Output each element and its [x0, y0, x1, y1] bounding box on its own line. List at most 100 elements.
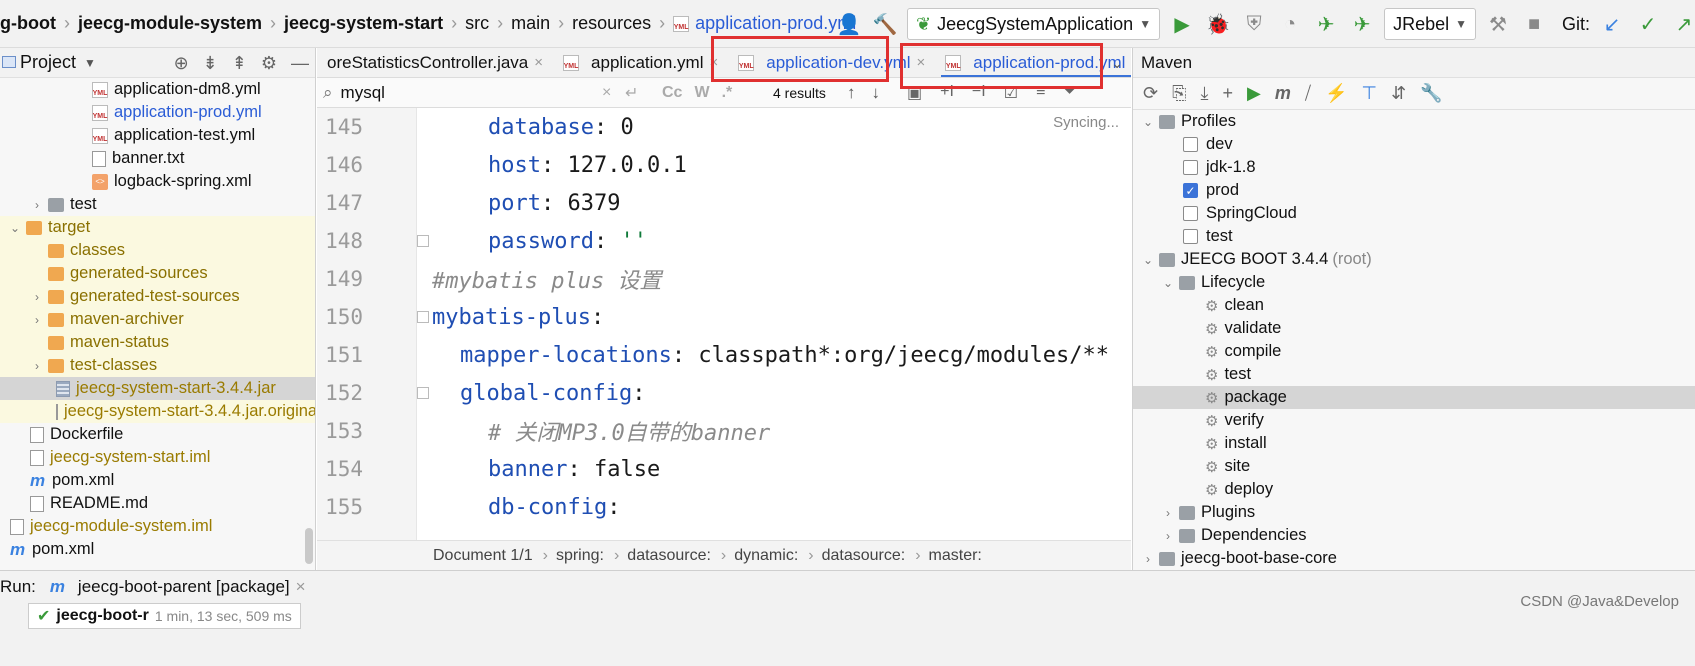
skip-tests-icon[interactable]: ⧸	[1305, 83, 1311, 104]
tree-item[interactable]: m pom.xml	[0, 469, 315, 492]
debug-icon[interactable]: 🐞	[1204, 10, 1232, 38]
run-config-select[interactable]: ❦ JeecgSystemApplication ▼	[907, 8, 1161, 40]
collapse-all-icon[interactable]: ⇞	[232, 53, 247, 74]
gear-icon[interactable]: ⚙	[261, 53, 277, 74]
tree-item[interactable]: › maven-archiver	[0, 308, 315, 331]
chevron-right-icon[interactable]: ›	[30, 359, 44, 373]
code-line[interactable]: 145 database: 0	[317, 108, 1131, 146]
maven-goal-icon[interactable]: m	[1275, 83, 1291, 104]
search-input[interactable]: mysql	[341, 83, 385, 103]
tree-item[interactable]: README.md	[0, 492, 315, 515]
wrench-icon[interactable]: 🔧	[1420, 83, 1442, 104]
crumb-root[interactable]: g-boot	[0, 13, 56, 34]
arrow-up-icon[interactable]: ↑	[847, 83, 856, 103]
toggle-occurrences-icon[interactable]: ☑	[1004, 83, 1018, 103]
code-line[interactable]: 153 # 关闭MP3.0自带的banner	[317, 412, 1131, 450]
tree-item[interactable]: › generated-test-sources	[0, 285, 315, 308]
fold-marker-icon[interactable]	[417, 311, 429, 323]
chevron-right-icon[interactable]: ›	[1141, 552, 1155, 566]
run-icon[interactable]: ▶	[1247, 83, 1261, 104]
remove-occurrence-icon[interactable]: −I	[972, 83, 986, 103]
jrebel-run-icon[interactable]: ✈	[1312, 10, 1340, 38]
chevron-right-icon[interactable]: ›	[1161, 506, 1175, 520]
tree-item[interactable]: generated-sources	[0, 262, 315, 285]
breadcrumb-item[interactable]: dynamic:	[734, 547, 798, 565]
locate-icon[interactable]: ⊕	[174, 53, 189, 74]
chevron-down-icon[interactable]: ⌄	[8, 221, 22, 235]
code-line[interactable]: 152 global-config:	[317, 374, 1131, 412]
fold-marker-icon[interactable]	[417, 235, 429, 247]
code-line[interactable]: 150 mybatis-plus:	[317, 298, 1131, 336]
hammer-disabled-icon[interactable]: ⚒	[1484, 10, 1512, 38]
breadcrumb-item[interactable]: datasource:	[822, 547, 906, 565]
tree-item[interactable]: YML application-prod.yml	[0, 101, 315, 124]
multiline-icon[interactable]: ≡	[1036, 83, 1045, 103]
lifecycle-node[interactable]: ⌄ Lifecycle	[1133, 271, 1695, 294]
user-icon[interactable]: 👤	[835, 10, 863, 38]
lifecycle-goal[interactable]: ⚙ verify	[1133, 409, 1695, 432]
run-tab[interactable]: m jeecg-boot-parent [package] ×	[50, 577, 306, 597]
module-node[interactable]: › jeecg-boot-base-core	[1133, 547, 1695, 570]
lifecycle-goal[interactable]: ⚙ compile	[1133, 340, 1695, 363]
offline-icon[interactable]: ⚡	[1325, 83, 1347, 104]
close-icon[interactable]: ×	[709, 54, 718, 71]
search-icon[interactable]: ⌕	[323, 83, 333, 103]
tree-item-selected[interactable]: jeecg-system-start-3.4.4.jar	[0, 377, 315, 400]
profile-item[interactable]: SpringCloud	[1133, 202, 1695, 225]
code-line[interactable]: 154 banner: false	[317, 450, 1131, 488]
lifecycle-goal[interactable]: ⚙ deploy	[1133, 478, 1695, 501]
breadcrumb-item[interactable]: Document 1/1	[433, 547, 533, 565]
download-icon[interactable]: ⤓	[1201, 83, 1209, 104]
profile-checkbox[interactable]: ✓	[1183, 183, 1198, 198]
tab-application-dev-yml[interactable]: YML application-dev.yml ×	[728, 48, 935, 77]
chevron-down-icon[interactable]: ▼	[84, 56, 96, 70]
code-line[interactable]: 149 #mybatis plus 设置	[317, 260, 1131, 298]
tree-item[interactable]: ⌄ target	[0, 216, 315, 239]
crumb-src[interactable]: src	[465, 13, 489, 34]
close-icon[interactable]: ×	[917, 54, 926, 71]
tree-item[interactable]: <> logback-spring.xml	[0, 170, 315, 193]
profile-item[interactable]: jdk-1.8	[1133, 156, 1695, 179]
chevron-right-icon[interactable]: ›	[30, 290, 44, 304]
code-line[interactable]: 148 password: ''	[317, 222, 1131, 260]
add-occurrence-icon[interactable]: +I	[940, 83, 954, 103]
stop-icon[interactable]: ■	[1520, 10, 1548, 38]
minimize-icon[interactable]: —	[291, 53, 309, 74]
match-case-icon[interactable]: Cc	[662, 84, 682, 102]
code-area[interactable]: Syncing... 145 database: 0 146 host: 127.0.…	[317, 108, 1131, 540]
lifecycle-goal[interactable]: ⚙ validate	[1133, 317, 1695, 340]
tree-item[interactable]: banner.txt	[0, 147, 315, 170]
lifecycle-goal[interactable]: ⚙ package	[1133, 386, 1695, 409]
lifecycle-goal[interactable]: ⚙ site	[1133, 455, 1695, 478]
close-icon[interactable]: ×	[534, 54, 543, 71]
coverage-icon[interactable]: ⛨	[1240, 10, 1268, 38]
tree-item[interactable]: › test-classes	[0, 354, 315, 377]
chevron-down-icon[interactable]: ⌄	[1161, 276, 1175, 290]
profile-item[interactable]: ✓ prod	[1133, 179, 1695, 202]
tree-item[interactable]: › test	[0, 193, 315, 216]
profile-checkbox[interactable]	[1183, 137, 1198, 152]
profile-icon[interactable]: ◔	[1276, 10, 1304, 38]
git-update-icon[interactable]: ↙	[1598, 10, 1626, 38]
profile-item[interactable]: test	[1133, 225, 1695, 248]
profiles-node[interactable]: ⌄ Profiles	[1133, 110, 1695, 133]
tree-item[interactable]: classes	[0, 239, 315, 262]
clear-icon[interactable]: ×	[602, 84, 611, 102]
project-panel-title[interactable]: Project	[20, 52, 76, 73]
crumb-module[interactable]: jeecg-module-system	[78, 13, 262, 34]
tab-application-prod-yml[interactable]: YMLapplication-prod.yml×	[935, 48, 1131, 77]
git-commit-icon[interactable]: ✓	[1634, 10, 1662, 38]
newline-icon[interactable]: ↵	[625, 83, 638, 103]
profile-item[interactable]: dev	[1133, 133, 1695, 156]
chevron-down-icon[interactable]: ⌄	[1111, 48, 1123, 77]
generate-sources-icon[interactable]: ⎘	[1172, 83, 1186, 104]
select-all-icon[interactable]: ▣	[907, 83, 922, 103]
arrow-down-icon[interactable]: ↓	[872, 83, 881, 103]
tree-item[interactable]: jeecg-system-start-3.4.4.jar.origina	[0, 400, 315, 423]
code-line[interactable]: 155 db-config:	[317, 488, 1131, 526]
lifecycle-goal[interactable]: ⚙ install	[1133, 432, 1695, 455]
fold-marker-icon[interactable]	[417, 387, 429, 399]
chevron-down-icon[interactable]: ⌄	[1141, 115, 1155, 129]
crumb-main[interactable]: main	[511, 13, 550, 34]
profile-checkbox[interactable]	[1183, 206, 1198, 221]
